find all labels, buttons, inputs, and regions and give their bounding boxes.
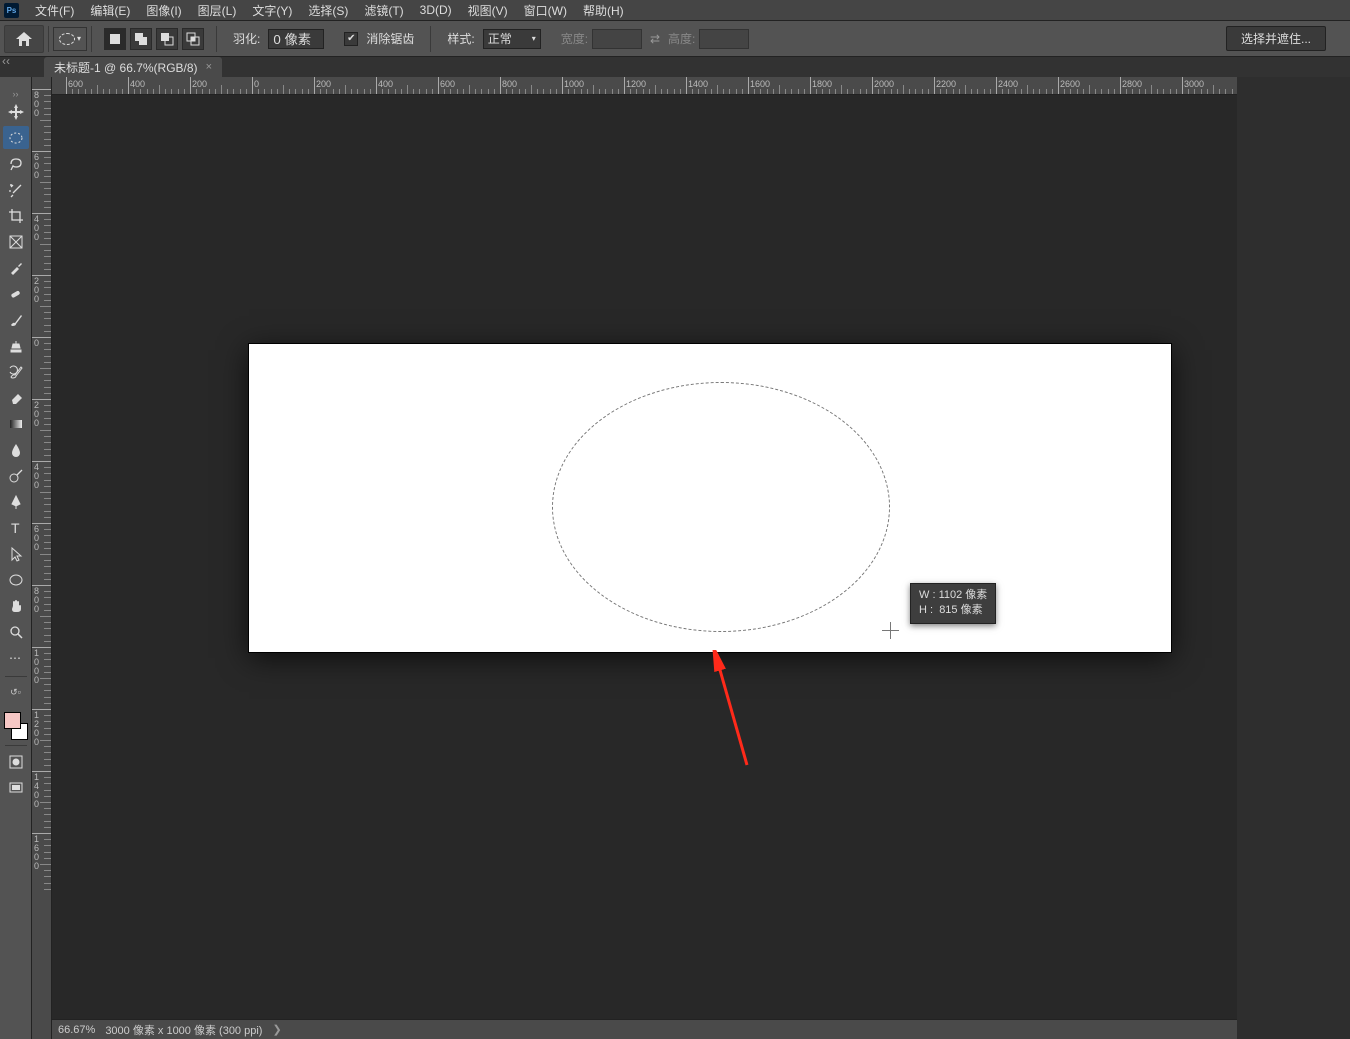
tools-panel: ›› T ⋯ ↺▫ — [0, 77, 32, 1039]
document-tab[interactable]: 未标题-1 @ 66.7%(RGB/8) × — [44, 57, 222, 77]
selection-new-button[interactable] — [104, 28, 126, 50]
options-bar: ▾ 羽化: ✔ 消除锯齿 样式: 正常▾ 宽度: ⇄ 高度: 选择并遮住... — [0, 21, 1350, 57]
selection-add-button[interactable] — [130, 28, 152, 50]
app-logo: Ps — [4, 3, 19, 18]
menu-view[interactable]: 视图(V) — [460, 0, 516, 22]
color-swatches[interactable] — [3, 711, 29, 741]
chevron-down-icon: ▾ — [77, 34, 81, 43]
elliptical-selection — [552, 382, 890, 632]
type-tool[interactable]: T — [3, 516, 29, 539]
status-bar: 66.67% 3000 像素 x 1000 像素 (300 ppi) ❯ — [52, 1019, 1237, 1039]
canvas-area: 6004002000200400600800100012001400160018… — [52, 77, 1237, 1039]
menu-help[interactable]: 帮助(H) — [575, 0, 632, 22]
home-icon — [15, 31, 33, 47]
square-icon — [108, 32, 122, 46]
quick-mask-button[interactable] — [3, 750, 29, 773]
zoom-tool[interactable] — [3, 620, 29, 643]
height-label: 高度: — [668, 30, 695, 47]
toolbar-collapse[interactable]: ›› — [0, 89, 31, 97]
squares-int-icon — [186, 32, 200, 46]
style-label: 样式: — [443, 30, 478, 47]
canvas-viewport[interactable]: W : 1102 像素 H : 815 像素 — [52, 95, 1237, 1021]
squares-sub-icon — [160, 32, 174, 46]
edit-toolbar-button[interactable]: ↺▫ — [3, 681, 29, 704]
divider — [91, 26, 92, 52]
horizontal-ruler[interactable]: 6004002000200400600800100012001400160018… — [52, 77, 1237, 95]
menu-filter[interactable]: 滤镜(T) — [356, 0, 411, 22]
zoom-level[interactable]: 66.67% — [58, 1024, 95, 1036]
link-dimensions-button: ⇄ — [646, 30, 664, 48]
workspace: ›› T ⋯ ↺▫ 8006004002000200400600800 — [0, 77, 1350, 1039]
eyedropper-tool[interactable] — [3, 256, 29, 279]
blur-tool[interactable] — [3, 438, 29, 461]
selection-intersect-button[interactable] — [182, 28, 204, 50]
divider — [430, 26, 431, 52]
document-info[interactable]: 3000 像素 x 1000 像素 (300 ppi) — [105, 1022, 262, 1038]
screen-mode-button[interactable] — [3, 776, 29, 799]
divider — [48, 26, 49, 52]
menu-layer[interactable]: 图层(L) — [190, 0, 245, 22]
elliptical-marquee-tool[interactable] — [3, 126, 29, 149]
hand-tool[interactable] — [3, 594, 29, 617]
selection-subtract-button[interactable] — [156, 28, 178, 50]
antialias-label: 消除锯齿 — [362, 30, 418, 47]
annotation-arrow — [692, 650, 772, 770]
antialias-checkbox[interactable]: ✔ — [344, 32, 358, 46]
lasso-tool[interactable] — [3, 152, 29, 175]
path-selection-tool[interactable] — [3, 542, 29, 565]
menu-select[interactable]: 选择(S) — [300, 0, 356, 22]
menu-edit[interactable]: 编辑(E) — [82, 0, 138, 22]
menu-file[interactable]: 文件(F) — [27, 0, 82, 22]
menu-image[interactable]: 图像(I) — [138, 0, 189, 22]
width-label: 宽度: — [561, 30, 588, 47]
document-tab-label: 未标题-1 @ 66.7%(RGB/8) — [54, 59, 198, 76]
selection-mode-group — [96, 28, 212, 50]
crop-tool[interactable] — [3, 204, 29, 227]
clone-stamp-tool[interactable] — [3, 334, 29, 357]
dodge-tool[interactable] — [3, 464, 29, 487]
brush-tool[interactable] — [3, 308, 29, 331]
home-button[interactable] — [4, 25, 44, 53]
menubar: Ps 文件(F) 编辑(E) 图像(I) 图层(L) 文字(Y) 选择(S) 滤… — [0, 0, 1350, 21]
document-tabstrip: ‹‹ 未标题-1 @ 66.7%(RGB/8) × — [0, 57, 1350, 77]
pen-tool[interactable] — [3, 490, 29, 513]
style-select[interactable]: 正常▾ — [483, 29, 541, 49]
feather-label: 羽化: — [229, 30, 264, 47]
menu-window[interactable]: 窗口(W) — [516, 0, 575, 22]
move-tool[interactable] — [3, 100, 29, 123]
eraser-tool[interactable] — [3, 386, 29, 409]
gradient-tool[interactable] — [3, 412, 29, 435]
close-icon[interactable]: × — [206, 61, 212, 73]
chevron-down-icon: ▾ — [532, 34, 536, 43]
history-brush-tool[interactable] — [3, 360, 29, 383]
magic-wand-tool[interactable] — [3, 178, 29, 201]
tool-preset-picker[interactable]: ▾ — [53, 27, 87, 51]
select-and-mask-button[interactable]: 选择并遮住... — [1226, 26, 1326, 51]
divider — [5, 676, 27, 677]
frame-tool[interactable] — [3, 230, 29, 253]
menu-type[interactable]: 文字(Y) — [244, 0, 300, 22]
chevron-right-icon[interactable]: ❯ — [272, 1023, 281, 1036]
menu-3d[interactable]: 3D(D) — [412, 0, 460, 20]
ellipse-icon — [59, 33, 75, 45]
feather-input[interactable] — [268, 29, 324, 49]
shape-tool[interactable] — [3, 568, 29, 591]
vertical-ruler[interactable]: 8006004002000200400600800100012001400160… — [32, 77, 52, 1039]
selection-size-tooltip: W : 1102 像素 H : 815 像素 — [910, 583, 996, 624]
width-input — [592, 29, 642, 49]
collapse-handle[interactable]: ‹‹ — [0, 57, 12, 65]
divider — [5, 745, 27, 746]
right-panels-collapsed — [1237, 77, 1350, 1039]
divider — [216, 26, 217, 52]
squares-add-icon — [134, 32, 148, 46]
more-tools[interactable]: ⋯ — [3, 646, 29, 669]
healing-brush-tool[interactable] — [3, 282, 29, 305]
svg-text:T: T — [11, 520, 20, 536]
height-input — [699, 29, 749, 49]
foreground-color-swatch[interactable] — [4, 712, 21, 729]
